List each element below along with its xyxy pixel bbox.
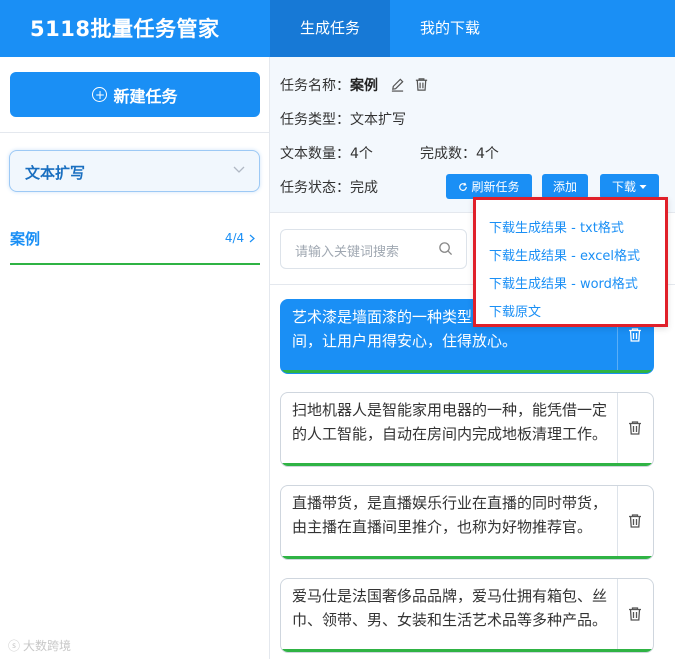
task-type-select[interactable]: 文本扩写 <box>9 150 260 192</box>
refresh-task-button[interactable]: 刷新任务 <box>446 174 532 199</box>
new-task-button[interactable]: + 新建任务 <box>10 72 260 117</box>
watermark-text: 大数跨境 <box>23 639 72 653</box>
watermark-logo-icon: ⓢ <box>8 639 21 653</box>
download-txt-option[interactable]: 下载生成结果 - txt格式 <box>489 217 624 236</box>
task-status-row: 任务状态：完成 <box>280 177 378 197</box>
task-info-panel: 任务名称：案例 任务类型：文本扩写 文本数量：4个 完成数：4个 任务状态：完成… <box>270 57 675 213</box>
watermark: ⓢ 大数跨境 <box>8 637 71 654</box>
download-original-option[interactable]: 下载原文 <box>489 301 541 320</box>
trash-icon[interactable] <box>627 606 643 626</box>
text-item-content: 扫地机器人是智能家用电器的一种，能凭借一定的人工智能，自动在房间内完成地板清理工… <box>292 401 608 443</box>
download-word-option[interactable]: 下载生成结果 - word格式 <box>489 273 638 292</box>
item-status-bar <box>281 463 653 466</box>
trash-icon[interactable] <box>627 420 643 440</box>
task-name-label: 任务名称： <box>280 78 350 94</box>
text-count-label: 文本数量： <box>280 146 350 162</box>
chevron-right-icon <box>249 234 255 243</box>
sidebar-divider <box>0 132 270 133</box>
task-type-value: 文本扩写 <box>25 164 86 182</box>
plus-circle-icon: + <box>92 87 108 102</box>
text-item[interactable]: 扫地机器人是智能家用电器的一种，能凭借一定的人工智能，自动在房间内完成地板清理工… <box>280 392 654 467</box>
refresh-icon <box>459 182 468 191</box>
text-item[interactable]: 爱马仕是法国奢侈品品牌，爱马仕拥有箱包、丝巾、领带、男、女装和生活艺术品等多种产… <box>280 578 654 653</box>
refresh-task-label: 刷新任务 <box>471 180 520 194</box>
task-status-value: 完成 <box>350 180 378 196</box>
item-status-bar <box>281 556 653 559</box>
text-count-row: 文本数量：4个 <box>280 143 373 163</box>
task-item-count: 4/4 <box>225 231 255 245</box>
search-input[interactable]: 请输入关键词搜索 <box>280 229 467 269</box>
caret-down-icon <box>639 184 647 189</box>
item-status-bar <box>281 649 653 652</box>
item-separator <box>617 579 618 652</box>
download-button[interactable]: 下载 <box>600 174 659 199</box>
app-title: 5118批量任务管家 <box>30 17 220 41</box>
add-button[interactable]: 添加 <box>542 174 588 199</box>
top-bar: 5118批量任务管家 生成任务 我的下载 <box>0 0 675 57</box>
task-name-row: 任务名称：案例 <box>280 75 429 96</box>
text-item[interactable]: 直播带货，是直播娱乐行业在直播的同时带货，由主播在直播间里推介，也称为好物推荐官… <box>280 485 654 560</box>
done-count-value: 4个 <box>476 146 499 162</box>
text-count-value: 4个 <box>350 146 373 162</box>
search-icon[interactable] <box>438 241 453 260</box>
trash-icon[interactable] <box>627 513 643 533</box>
trash-icon[interactable] <box>414 77 429 96</box>
task-item-name: 案例 <box>10 230 41 248</box>
trash-icon[interactable] <box>627 327 643 347</box>
sidebar-task-item[interactable]: 案例 4/4 <box>10 225 260 267</box>
item-separator <box>617 393 618 466</box>
task-status-label: 任务状态： <box>280 180 350 196</box>
text-item-content: 直播带货，是直播娱乐行业在直播的同时带货，由主播在直播间里推介，也称为好物推荐官… <box>292 494 608 536</box>
download-dropdown-menu: 下载生成结果 - txt格式 下载生成结果 - excel格式 下载生成结果 -… <box>473 197 668 327</box>
task-type-row: 任务类型：文本扩写 <box>280 109 406 129</box>
item-status-bar <box>281 370 653 373</box>
new-task-label: 新建任务 <box>113 86 178 106</box>
sidebar: + 新建任务 文本扩写 案例 4/4 <box>0 57 270 659</box>
task-type-label: 任务类型： <box>280 112 350 128</box>
task-progress-line <box>10 263 260 265</box>
tab-generate-task[interactable]: 生成任务 <box>270 0 390 57</box>
edit-icon[interactable] <box>390 77 405 96</box>
text-item-content: 爱马仕是法国奢侈品品牌，爱马仕拥有箱包、丝巾、领带、男、女装和生活艺术品等多种产… <box>292 587 608 629</box>
done-count-label: 完成数： <box>420 146 476 162</box>
tab-my-downloads[interactable]: 我的下载 <box>390 0 510 57</box>
task-name-value: 案例 <box>350 78 378 94</box>
chevron-down-icon <box>233 160 245 184</box>
item-separator <box>617 486 618 559</box>
download-excel-option[interactable]: 下载生成结果 - excel格式 <box>489 245 640 264</box>
download-label: 下载 <box>611 180 636 194</box>
done-count-row: 完成数：4个 <box>420 143 499 163</box>
search-placeholder: 请输入关键词搜索 <box>295 245 400 260</box>
task-type-text: 文本扩写 <box>350 112 406 128</box>
